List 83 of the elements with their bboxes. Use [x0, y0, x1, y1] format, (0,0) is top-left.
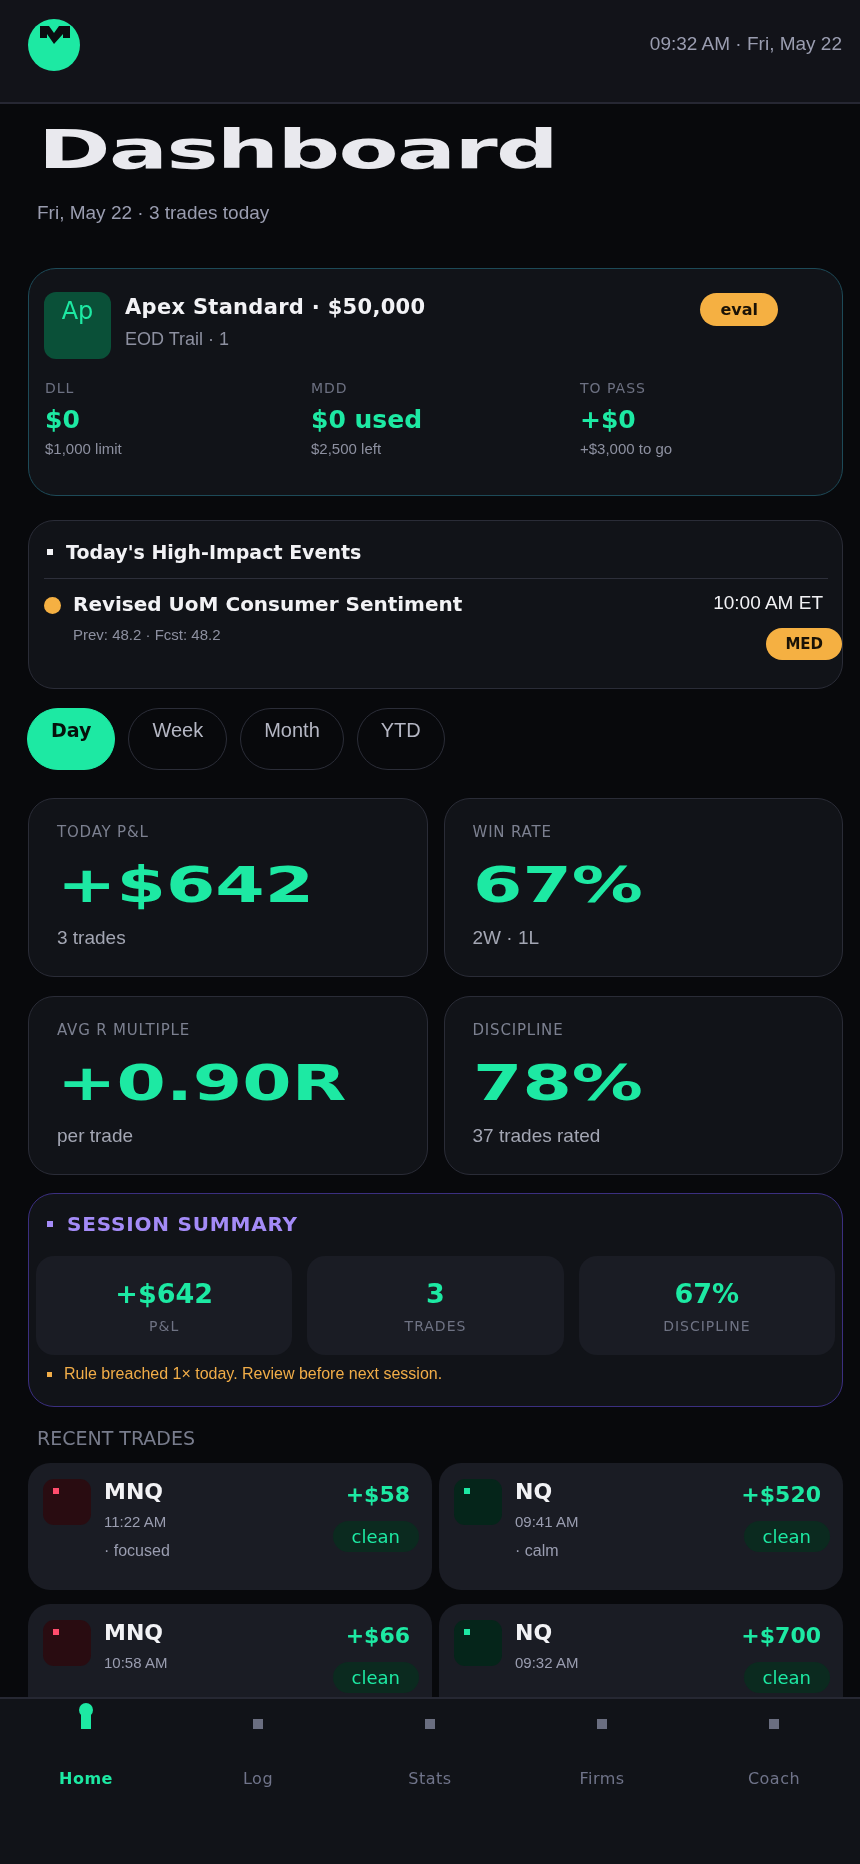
summary-value: 3	[426, 1277, 445, 1309]
nav-item[interactable]: Home	[0, 1699, 172, 1807]
nav-item[interactable]: Firms	[516, 1699, 688, 1807]
square-icon	[425, 1719, 435, 1729]
trade-tag: clean	[743, 1521, 830, 1552]
metric-label: DLL	[45, 380, 76, 396]
keyhole-icon	[78, 1703, 94, 1729]
event-detail: Prev: 48.2 · Fcst: 48.2	[73, 626, 222, 643]
trade-tag: clean	[332, 1521, 419, 1552]
trade-symbol: MNQ	[104, 1620, 164, 1645]
stat-label: AVG R MULTIPLE	[57, 1021, 192, 1039]
trade-symbol: MNQ	[104, 1479, 164, 1504]
stat-note: 3 trades	[57, 927, 127, 949]
logo-icon[interactable]	[28, 19, 80, 71]
event-name: Revised UoM Consumer Sentiment	[73, 592, 463, 616]
stat-note: 2W · 1L	[472, 927, 541, 949]
account-avatar: Ap	[44, 292, 111, 359]
square-icon	[47, 1371, 52, 1377]
stat-note: per trade	[57, 1125, 135, 1147]
account-name: Apex Standard · $50,000	[125, 295, 426, 319]
trade-card[interactable]: MNQ 11:22 AM · focused +$58 clean	[28, 1463, 432, 1590]
stat-value: 67%	[472, 855, 643, 915]
metric-note: $1,000 limit	[45, 440, 123, 457]
trade-marker-icon	[454, 1620, 502, 1666]
trade-card[interactable]: MNQ 10:58 AM +$66 clean	[28, 1604, 432, 1697]
trade-symbol: NQ	[515, 1479, 554, 1504]
period-tab[interactable]: Day	[27, 708, 116, 770]
summary-label: P&L	[149, 1317, 180, 1334]
metric-label: TO PASS	[580, 380, 647, 396]
status-tag: eval	[700, 293, 778, 326]
trade-tag: clean	[332, 1662, 419, 1693]
trade-symbol: NQ	[515, 1620, 554, 1645]
stat-value: 78%	[472, 1053, 643, 1113]
square-icon	[597, 1719, 607, 1729]
trade-marker-icon	[43, 1620, 91, 1666]
page-subtitle: Fri, May 22 · 3 trades today	[37, 202, 271, 224]
summary-value: 67%	[674, 1277, 740, 1309]
stat-label: DISCIPLINE	[472, 1021, 565, 1039]
trade-pnl: +$700	[741, 1623, 821, 1648]
summary-label: DISCIPLINE	[663, 1317, 751, 1334]
trade-pnl: +$66	[345, 1623, 410, 1648]
page-title: Dashboard	[38, 118, 557, 182]
stat-value: +$642	[57, 855, 315, 915]
trade-mood: · calm	[515, 1542, 560, 1560]
stat-note: 37 trades rated	[472, 1125, 602, 1147]
trade-card[interactable]: NQ 09:32 AM +$700 clean	[439, 1604, 843, 1697]
section-title: SESSION SUMMARY	[67, 1212, 298, 1236]
clock-text: 09:32 AM · Fri, May 22	[649, 33, 842, 55]
metric-value: $0 used	[311, 405, 424, 434]
square-icon	[47, 1221, 53, 1227]
metric-note: +$3,000 to go	[580, 440, 674, 457]
nav-item[interactable]: Log	[172, 1699, 344, 1807]
section-title: RECENT TRADES	[37, 1427, 197, 1449]
nav-item[interactable]: Coach	[688, 1699, 860, 1807]
square-icon	[47, 549, 53, 555]
stat-label: TODAY P&L	[57, 823, 150, 841]
trade-tag: clean	[743, 1662, 830, 1693]
trade-pnl: +$58	[345, 1482, 410, 1507]
summary-label: TRADES	[404, 1317, 467, 1334]
stat-label: WIN RATE	[472, 823, 553, 841]
trade-marker-icon	[43, 1479, 91, 1525]
event-time: 10:00 AM ET	[713, 592, 823, 614]
square-icon	[769, 1719, 779, 1729]
metric-value: $0	[45, 405, 81, 434]
trade-time: 11:22 AM	[104, 1513, 168, 1530]
trade-time: 09:41 AM	[515, 1513, 579, 1530]
trade-time: 09:32 AM	[515, 1654, 579, 1671]
metric-label: MDD	[311, 380, 349, 396]
trade-marker-icon	[454, 1479, 502, 1525]
metric-value: +$0	[580, 405, 637, 434]
summary-value: +$642	[115, 1277, 214, 1309]
trade-pnl: +$520	[741, 1482, 821, 1507]
stat-value: +0.90R	[57, 1053, 347, 1113]
metric-note: $2,500 left	[311, 440, 383, 457]
trade-time: 10:58 AM	[104, 1654, 168, 1671]
trade-card[interactable]: NQ 09:41 AM · calm +$520 clean	[439, 1463, 843, 1590]
events-title: Today's High-Impact Events	[66, 541, 362, 563]
account-detail: EOD Trail · 1	[125, 329, 231, 350]
nav-item[interactable]: Stats	[344, 1699, 516, 1807]
warning-note: Rule breached 1× today. Review before next session.	[64, 1365, 443, 1383]
square-icon	[253, 1719, 263, 1729]
trade-mood: · focused	[104, 1542, 170, 1560]
impact-tag: MED	[766, 628, 842, 660]
